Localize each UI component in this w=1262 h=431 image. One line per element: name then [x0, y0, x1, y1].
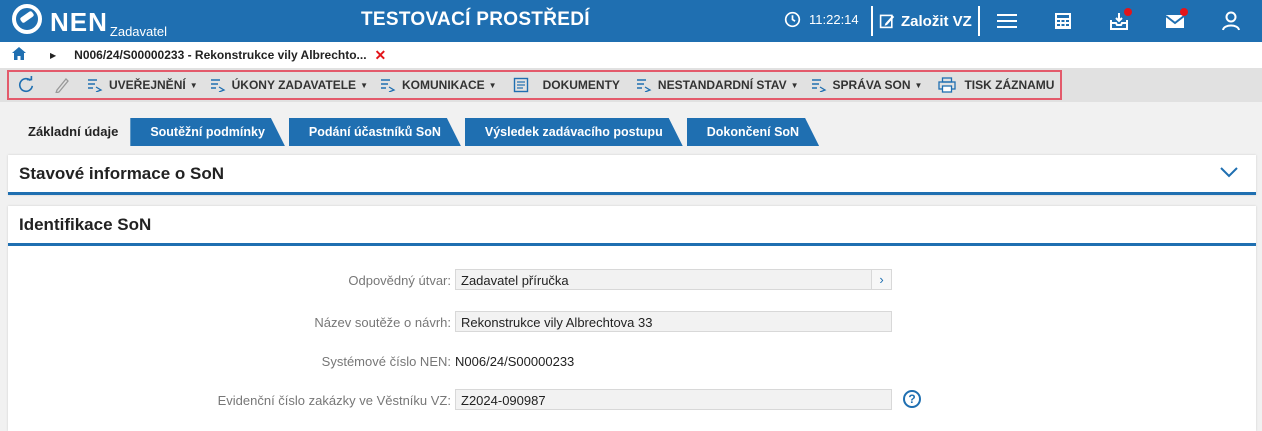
status-info-header[interactable]: Stavové informace o SoN	[8, 155, 1256, 195]
logo-subtitle: Zadavatel	[109, 24, 167, 39]
chevron-down-icon: ▼	[488, 80, 497, 90]
calculator-icon[interactable]	[1052, 10, 1074, 32]
tab-podani-ucastniku[interactable]: Podání účastníků SoN	[289, 118, 461, 146]
identification-panel: Identifikace SoN Odpovědný útvar: Zadava…	[8, 206, 1256, 431]
toolbar-item-ukony-zadavatele[interactable]: ÚKONY ZADAVATELE ▼	[204, 72, 374, 98]
identification-header: Identifikace SoN	[8, 206, 1256, 246]
name-value: Rekonstrukce vily Albrechtova 33	[461, 315, 653, 330]
breadcrumb-title[interactable]: N006/24/S00000233 - Rekonstrukce vily Al…	[74, 48, 366, 62]
environment-title: TESTOVACÍ PROSTŘEDÍ	[361, 9, 590, 30]
breadcrumb: ▶ N006/24/S00000233 - Rekonstrukce vily …	[0, 42, 1262, 68]
toolbar-item-dokumenty[interactable]: DOKUMENTY	[503, 72, 630, 98]
list-action-icon	[88, 79, 103, 92]
name-field[interactable]: Rekonstrukce vily Albrechtova 33	[455, 311, 892, 332]
chevron-down-icon: ▼	[790, 80, 799, 90]
home-icon[interactable]	[12, 47, 26, 63]
status-info-panel: Stavové informace o SoN	[8, 155, 1256, 195]
list-action-icon	[380, 79, 396, 92]
top-header: NEN Zadavatel TESTOVACÍ PROSTŘEDÍ 11:22:…	[0, 0, 1262, 42]
form-row-sysnum: Systémové číslo NEN: N006/24/S00000233	[8, 350, 1256, 372]
evnum-value: Z2024-090987	[461, 393, 546, 408]
logo-text: NEN	[50, 7, 108, 37]
edit-icon	[879, 14, 895, 29]
close-icon[interactable]: ✕	[375, 47, 387, 64]
chevron-down-icon: ▼	[360, 80, 368, 90]
help-icon[interactable]: ?	[903, 390, 921, 408]
list-action-icon	[210, 79, 226, 92]
logo-icon	[12, 4, 42, 34]
tab-zakladni-udaje[interactable]: Základní údaje	[18, 118, 136, 146]
tab-bar: Základní údaje Soutěžní podmínky Podání …	[18, 118, 823, 146]
chevron-down-icon: ▼	[189, 80, 198, 90]
chevron-down-icon	[1220, 167, 1238, 178]
user-icon[interactable]	[1220, 10, 1242, 32]
inbox-badge	[1124, 8, 1132, 16]
sysnum-value: N006/24/S00000233	[455, 354, 575, 369]
print-icon	[938, 77, 957, 93]
evnum-field[interactable]: Z2024-090987	[455, 389, 892, 410]
identification-title: Identifikace SoN	[19, 214, 152, 234]
create-vz-button[interactable]: Založit VZ	[871, 6, 980, 36]
tab-dokonceni-son[interactable]: Dokončení SoN	[687, 118, 819, 146]
evnum-label: Evidenční číslo zakázky ve Věstníku VZ:	[217, 393, 451, 408]
nen-logo[interactable]: NEN Zadavatel	[12, 4, 167, 39]
unit-field[interactable]: Zadavatel příručka ›	[455, 269, 892, 290]
session-clock: 11:22:14	[784, 11, 859, 28]
mail-icon[interactable]	[1164, 8, 1188, 32]
unit-label: Odpovědný útvar:	[348, 273, 451, 288]
sysnum-label: Systémové číslo NEN:	[321, 354, 451, 369]
name-label: Název soutěže o návrh:	[314, 315, 451, 330]
create-vz-label: Založit VZ	[901, 12, 972, 30]
pencil-icon	[55, 78, 69, 93]
refresh-button[interactable]	[9, 72, 43, 98]
breadcrumb-arrow-icon: ▶	[50, 50, 57, 60]
unit-value: Zadavatel příručka	[461, 273, 569, 288]
refresh-icon	[19, 76, 34, 93]
action-toolbar: UVEŘEJNĚNÍ ▼ ÚKONY ZADAVATELE ▼ KOMUNIKA…	[7, 70, 1062, 100]
menu-icon[interactable]	[996, 10, 1018, 32]
form-row-unit: Odpovědný útvar: Zadavatel příručka ›	[8, 269, 1256, 291]
tab-vysledek-zadavaciho-postupu[interactable]: Výsledek zadávacího postupu	[465, 118, 683, 146]
toolbar-item-uverejneni[interactable]: UVEŘEJNĚNÍ ▼	[81, 72, 204, 98]
form-row-evnum: Evidenční číslo zakázky ve Věstníku VZ: …	[8, 389, 1256, 411]
toolbar-item-nestandardni-stav[interactable]: NESTANDARDNÍ STAV ▼	[630, 72, 805, 98]
list-action-icon	[636, 79, 652, 92]
status-info-title: Stavové informace o SoN	[19, 163, 225, 183]
chevron-right-icon[interactable]: ›	[871, 270, 891, 289]
edit-button[interactable]	[43, 72, 81, 98]
form-row-name: Název soutěže o návrh: Rekonstrukce vily…	[8, 311, 1256, 333]
list-action-icon	[811, 79, 826, 92]
toolbar-item-komunikace[interactable]: KOMUNIKACE ▼	[374, 72, 503, 98]
toolbar-item-sprava-son[interactable]: SPRÁVA SON ▼	[805, 72, 929, 98]
tab-soutezni-podminky[interactable]: Soutěžní podmínky	[130, 118, 285, 146]
document-icon	[513, 77, 528, 93]
clock-icon	[784, 11, 801, 28]
mail-badge	[1180, 8, 1188, 16]
chevron-down-icon: ▼	[914, 80, 923, 90]
toolbar-item-tisk-zaznamu[interactable]: TISK ZÁZNAMU	[928, 72, 1060, 98]
inbox-icon[interactable]	[1108, 8, 1132, 32]
clock-time: 11:22:14	[809, 12, 859, 27]
